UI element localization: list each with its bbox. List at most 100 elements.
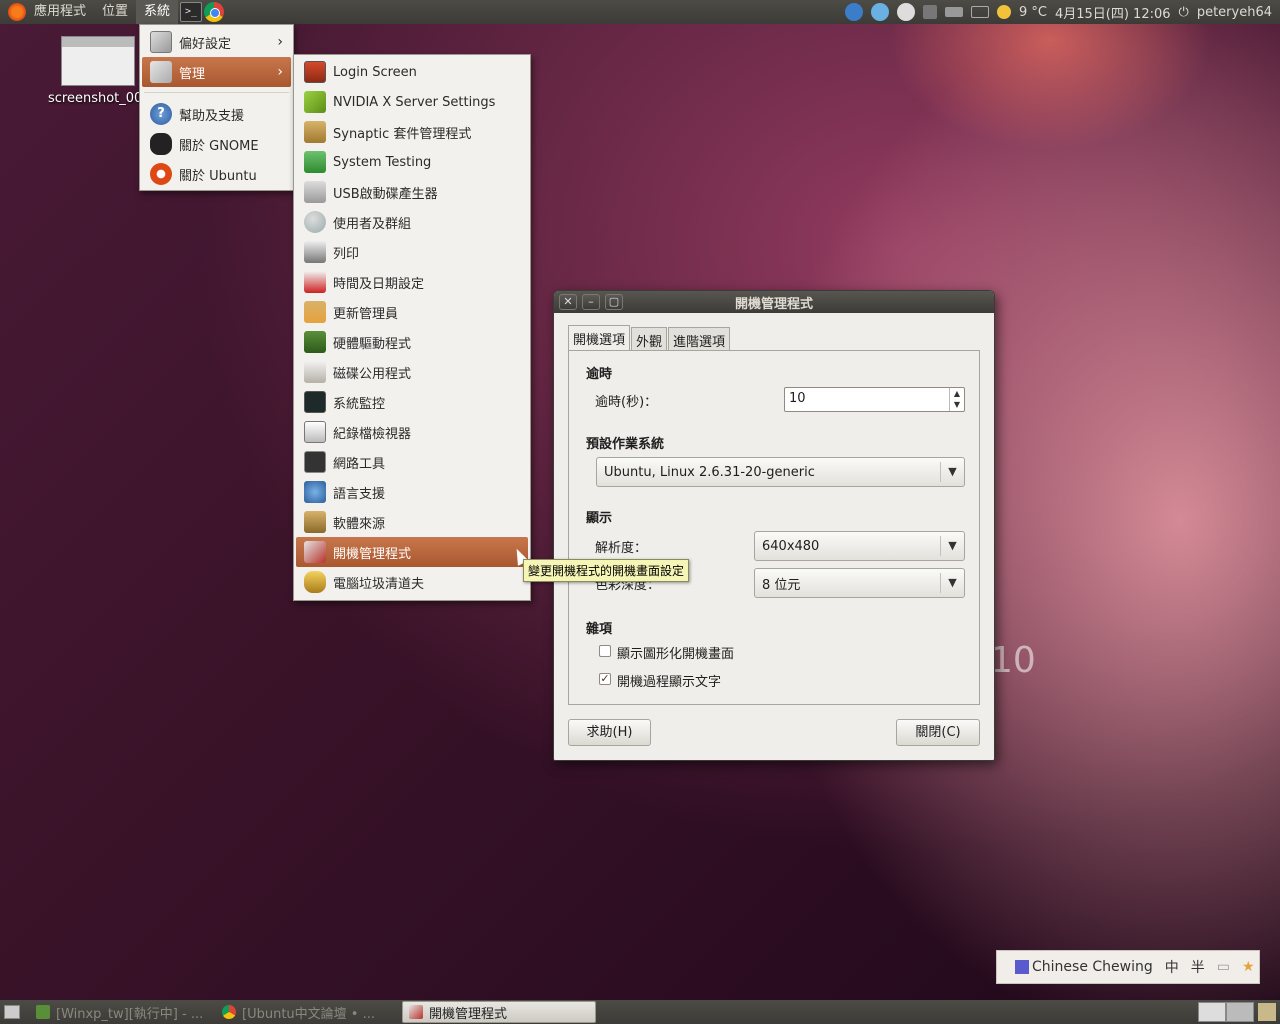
show-desktop-icon[interactable]	[4, 1005, 20, 1019]
menu-item-users-groups[interactable]: 使用者及群組	[296, 207, 528, 237]
menu-item-usb-creator[interactable]: USB啟動碟產生器	[296, 177, 528, 207]
submenu-arrow-icon: ›	[277, 34, 283, 50]
default-os-combo[interactable]: Ubuntu, Linux 2.6.31-20-generic ▼	[596, 457, 965, 487]
keyboard-icon[interactable]	[944, 7, 963, 17]
chrome-launcher-icon[interactable]	[204, 2, 225, 22]
terminal-launcher-icon[interactable]: >_	[180, 2, 203, 22]
close-button[interactable]: 關閉(C)	[896, 719, 980, 746]
menu-item-preferences[interactable]: 偏好設定 ›	[142, 27, 291, 57]
menu-item-startup-manager[interactable]: 開機管理程式	[296, 537, 528, 567]
task-ubuntu-forum[interactable]: [Ubuntu中文論壇 • ...	[216, 1001, 396, 1023]
menu-item-label: 網路工具	[333, 456, 386, 472]
system-tray: 9 °C 4月15日(四) 12:06 ⏻ peteryeh64	[844, 0, 1280, 24]
keyboard-ime-icon[interactable]	[1015, 960, 1029, 974]
trash-icon[interactable]	[1258, 1003, 1276, 1021]
menu-item-nvidia-settings[interactable]: NVIDIA X Server Settings	[296, 87, 528, 117]
task-startup-manager[interactable]: 開機管理程式	[402, 1001, 596, 1023]
gnome-foot-icon	[150, 133, 172, 155]
checkmark-icon	[304, 151, 326, 173]
volume-icon[interactable]	[922, 5, 937, 19]
clock-applet-icon[interactable]	[896, 3, 915, 21]
menu-item-label: Login Screen	[333, 64, 417, 80]
clock[interactable]: 4月15日(四) 12:06	[1055, 3, 1171, 22]
system-menu: 偏好設定 › 管理 › ? 幫助及支援 關於 GNOME 關於 Ubuntu	[139, 24, 294, 191]
menu-item-help[interactable]: ? 幫助及支援	[142, 99, 291, 129]
timeout-value: 10	[789, 391, 806, 406]
star-icon[interactable]: ★	[1242, 959, 1255, 975]
system-monitor-icon	[304, 391, 326, 413]
tab-appearance[interactable]: 外觀	[631, 327, 668, 351]
menu-item-about-ubuntu[interactable]: 關於 Ubuntu	[142, 159, 291, 189]
section-timeout: 逾時	[586, 367, 613, 382]
menu-item-network-tools[interactable]: 網路工具	[296, 447, 528, 477]
network-icon[interactable]	[844, 3, 863, 21]
menu-item-software-sources[interactable]: 軟體來源	[296, 507, 528, 537]
resolution-combo[interactable]: 640x480 ▼	[754, 531, 965, 561]
menu-item-label: 偏好設定	[179, 36, 232, 52]
menu-item-printing[interactable]: 列印	[296, 237, 528, 267]
section-default-os: 預設作業系統	[586, 437, 665, 452]
ime-menu-icon[interactable]: ▭	[1217, 959, 1230, 975]
system-menu-button[interactable]: 系統	[136, 0, 179, 24]
menu-item-time-date[interactable]: 時間及日期設定	[296, 267, 528, 297]
bluetooth-icon[interactable]	[870, 3, 889, 21]
submenu-arrow-icon: ›	[277, 64, 283, 80]
menu-item-update-manager[interactable]: 更新管理員	[296, 297, 528, 327]
menu-item-disk-utility[interactable]: 磁碟公用程式	[296, 357, 528, 387]
task-winxp[interactable]: [Winxp_tw][執行中] - ...	[30, 1001, 210, 1023]
menu-item-label: 列印	[333, 246, 360, 262]
username[interactable]: peteryeh64	[1197, 5, 1272, 20]
menu-item-login-screen[interactable]: Login Screen	[296, 57, 528, 87]
menu-item-label: USB啟動碟產生器	[333, 186, 438, 202]
places-menu[interactable]: 位置	[94, 0, 136, 24]
workspace-2[interactable]	[1226, 1002, 1254, 1022]
hardware-icon	[304, 331, 326, 353]
menu-item-about-gnome[interactable]: 關於 GNOME	[142, 129, 291, 159]
network-tools-icon	[304, 451, 326, 473]
ime-width-toggle[interactable]: 半	[1191, 957, 1205, 977]
menu-item-label: 使用者及群組	[333, 216, 412, 232]
color-depth-value: 8 位元	[762, 577, 801, 593]
spin-arrows-icon[interactable]: ▲ ▼	[949, 388, 964, 411]
weather-temperature[interactable]: 9 °C	[1019, 5, 1047, 20]
color-depth-combo[interactable]: 8 位元 ▼	[754, 568, 965, 598]
mail-icon[interactable]	[970, 6, 989, 18]
power-icon[interactable]: ⏻	[1179, 5, 1189, 20]
menu-item-system-monitor[interactable]: 系統監控	[296, 387, 528, 417]
menu-item-system-testing[interactable]: System Testing	[296, 147, 528, 177]
wallpaper-version-text: 10	[990, 640, 1036, 681]
workspace-1[interactable]	[1198, 1002, 1226, 1022]
help-button[interactable]: 求助(H)	[568, 719, 651, 746]
menu-item-administration[interactable]: 管理 ›	[142, 57, 291, 87]
ime-toolbar: Chinese Chewing 中 半 ▭ ★	[996, 950, 1260, 984]
tab-boot-options[interactable]: 開機選項	[568, 325, 631, 351]
task-label: [Winxp_tw][執行中] - ...	[56, 1006, 204, 1022]
task-label: [Ubuntu中文論壇 • ...	[242, 1006, 375, 1022]
timeout-spinbox[interactable]: 10 ▲ ▼	[784, 387, 965, 412]
ime-name[interactable]: Chinese Chewing	[1032, 959, 1153, 975]
ubuntu-logo-icon[interactable]	[8, 3, 26, 21]
startup-manager-window: ✕ – ▢ 開機管理程式 開機選項 外觀 進階選項 逾時 逾時(秒)： 10 ▲…	[553, 290, 995, 761]
usb-icon	[304, 181, 326, 203]
menu-item-computer-janitor[interactable]: 電腦垃圾清道夫	[296, 567, 528, 597]
show-splash-label[interactable]: 顯示圖形化開機畫面	[617, 643, 734, 662]
show-splash-checkbox[interactable]	[599, 645, 611, 657]
menu-item-synaptic[interactable]: Synaptic 套件管理程式	[296, 117, 528, 147]
menu-item-log-viewer[interactable]: 紀錄檔檢視器	[296, 417, 528, 447]
menu-item-label: 磁碟公用程式	[333, 366, 412, 382]
tab-advanced[interactable]: 進階選項	[668, 327, 731, 351]
section-display: 顯示	[586, 511, 613, 526]
desktop-file-icon[interactable]: screenshot_00	[48, 36, 148, 106]
window-titlebar[interactable]: ✕ – ▢ 開機管理程式	[554, 291, 994, 313]
task-label: 開機管理程式	[429, 1006, 508, 1022]
applications-menu[interactable]: 應用程式	[26, 0, 94, 24]
show-text-label[interactable]: 開機過程顯示文字	[617, 671, 721, 690]
show-text-checkbox[interactable]: ✓	[599, 673, 611, 685]
menu-item-hardware-drivers[interactable]: 硬體驅動程式	[296, 327, 528, 357]
menu-item-language-support[interactable]: 語言支援	[296, 477, 528, 507]
disk-icon	[304, 361, 326, 383]
menu-item-label: 紀錄檔檢視器	[333, 426, 412, 442]
menu-item-label: 幫助及支援	[179, 108, 245, 124]
vm-icon	[36, 1005, 50, 1019]
ime-mode-toggle[interactable]: 中	[1165, 957, 1179, 977]
